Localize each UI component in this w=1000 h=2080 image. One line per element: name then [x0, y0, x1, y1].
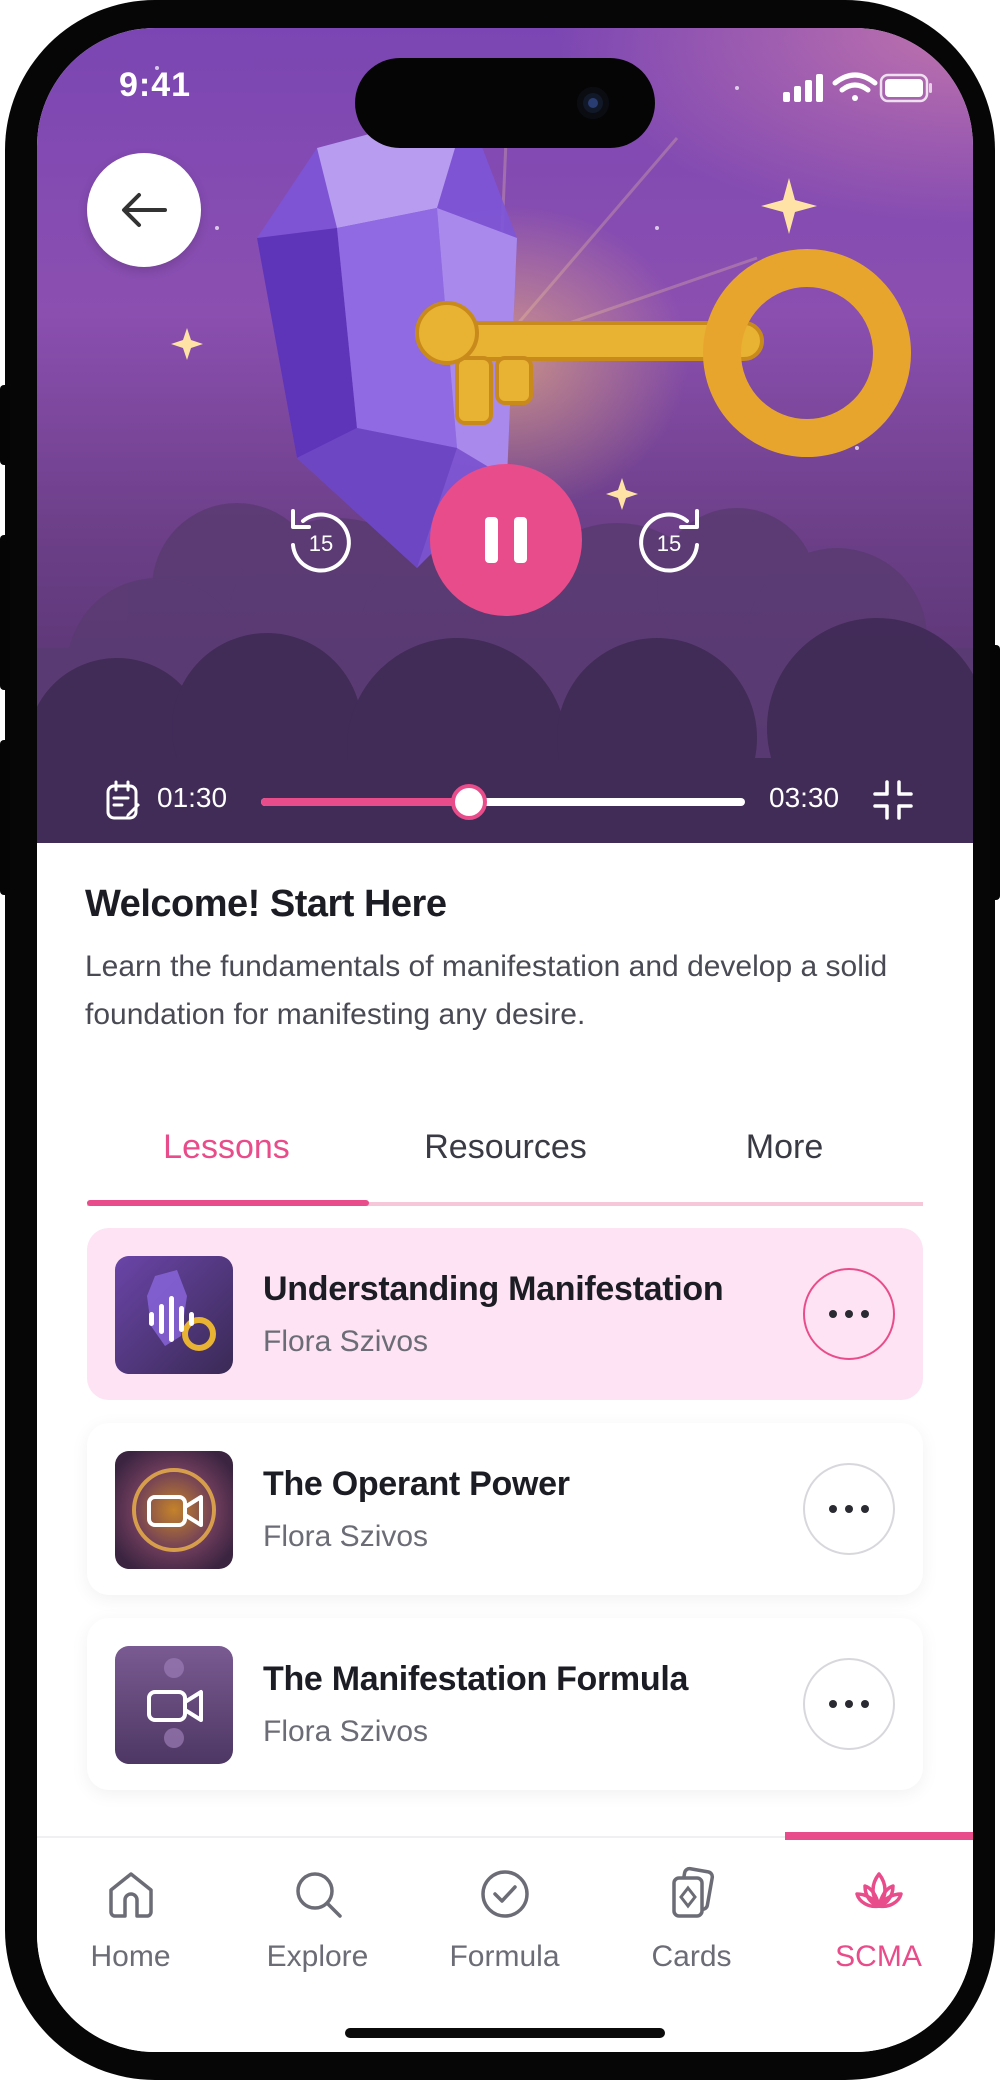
crystal-key-artwork: [37, 66, 973, 843]
lesson-more-button[interactable]: [803, 1463, 895, 1555]
lesson-author: Flora Szivos: [263, 1325, 429, 1358]
nav-label: Cards: [651, 1940, 732, 1973]
skip-back-15-button[interactable]: 15: [283, 505, 355, 577]
course-title: Welcome! Start Here: [85, 883, 447, 925]
course-description: Learn the fundamentals of manifestation …: [85, 950, 888, 1031]
lesson-card[interactable]: The Manifestation Formula Flora Szivos: [87, 1618, 923, 1790]
dynamic-island: [355, 58, 655, 148]
notes-calendar-icon: [106, 780, 140, 820]
back-button[interactable]: [87, 153, 201, 267]
power-button: [990, 645, 1000, 900]
lesson-thumbnail: [115, 1256, 233, 1374]
more-dots-icon: [829, 1700, 837, 1708]
lesson-title: The Operant Power: [263, 1465, 570, 1503]
bottom-nav: Home Explore Formula Cards SCMA: [37, 1832, 973, 2052]
cards-icon: [672, 1866, 715, 1918]
home-icon: [109, 1872, 153, 1918]
lesson-author: Flora Szivos: [263, 1520, 429, 1553]
skip-forward-15-button[interactable]: 15: [635, 505, 707, 577]
progress-thumb[interactable]: [451, 784, 488, 820]
rewind-icon: 15: [291, 509, 351, 573]
status-bar: 9:41: [37, 28, 973, 148]
more-dots-icon: [829, 1505, 837, 1513]
status-time: 9:41: [119, 66, 192, 104]
lesson-thumbnail: [115, 1451, 233, 1569]
mute-switch: [0, 385, 10, 465]
volume-down-button: [0, 740, 10, 895]
skip-back-label: 15: [309, 531, 333, 556]
pause-button[interactable]: [430, 464, 582, 616]
screen: 9:41 15 15 01:30 03:30 Welcome! Start He…: [37, 28, 973, 2052]
tab-more[interactable]: More: [645, 1128, 924, 1167]
lotus-icon: [855, 1872, 903, 1909]
lesson-more-button[interactable]: [803, 1658, 895, 1750]
arrow-left-icon: [122, 193, 167, 227]
phone-frame: 9:41 15 15 01:30 03:30 Welcome! Start He…: [0, 0, 1000, 2080]
nav-cards[interactable]: Cards: [598, 1838, 785, 1988]
skip-forward-label: 15: [657, 531, 681, 556]
lesson-title: The Manifestation Formula: [263, 1660, 689, 1698]
nav-home[interactable]: Home: [37, 1838, 224, 1988]
system-icons: [783, 72, 933, 109]
tab-active-indicator: [87, 1200, 369, 1206]
pause-icon-bar-left: [485, 517, 498, 563]
front-camera: [577, 87, 609, 119]
nav-explore[interactable]: Explore: [224, 1838, 411, 1988]
progress-track[interactable]: [261, 784, 745, 820]
pause-icon-bar-right: [514, 517, 527, 563]
nav-scma[interactable]: SCMA: [785, 1838, 972, 1988]
nav-label: Home: [90, 1940, 171, 1973]
notes-button[interactable]: [105, 780, 141, 820]
nav-label: SCMA: [835, 1940, 922, 1973]
wifi-icon: [832, 72, 878, 101]
signal-icon: [783, 74, 823, 102]
lesson-author: Flora Szivos: [263, 1715, 429, 1748]
lesson-more-button[interactable]: [803, 1268, 895, 1360]
battery-icon: [879, 73, 932, 103]
search-icon: [296, 1872, 342, 1918]
home-indicator: [345, 2028, 665, 2038]
total-duration: 03:30: [769, 782, 840, 813]
lesson-card[interactable]: Understanding Manifestation Flora Szivos: [87, 1228, 923, 1400]
minimize-icon: [873, 780, 913, 820]
more-dots-icon: [829, 1310, 837, 1318]
progress-row: 01:30 03:30: [37, 768, 973, 828]
progress-fill: [261, 798, 470, 806]
volume-up-button: [0, 535, 10, 690]
elapsed-time: 01:30: [157, 782, 228, 813]
lesson-title: Understanding Manifestation: [263, 1270, 724, 1308]
nav-label: Formula: [449, 1940, 560, 1973]
tab-bar: Lessons Resources More: [87, 1128, 924, 1206]
nav-label: Explore: [266, 1940, 369, 1973]
tab-resources[interactable]: Resources: [366, 1128, 645, 1167]
fast-forward-icon: 15: [639, 509, 699, 573]
nav-formula[interactable]: Formula: [411, 1838, 598, 1988]
minimize-button[interactable]: [873, 780, 913, 820]
check-circle-icon: [481, 1870, 529, 1918]
tab-lessons[interactable]: Lessons: [87, 1128, 366, 1167]
lesson-thumbnail: [115, 1646, 233, 1764]
player-hero: 9:41 15 15 01:30 03:30: [37, 28, 973, 843]
lesson-card[interactable]: The Operant Power Flora Szivos: [87, 1423, 923, 1595]
